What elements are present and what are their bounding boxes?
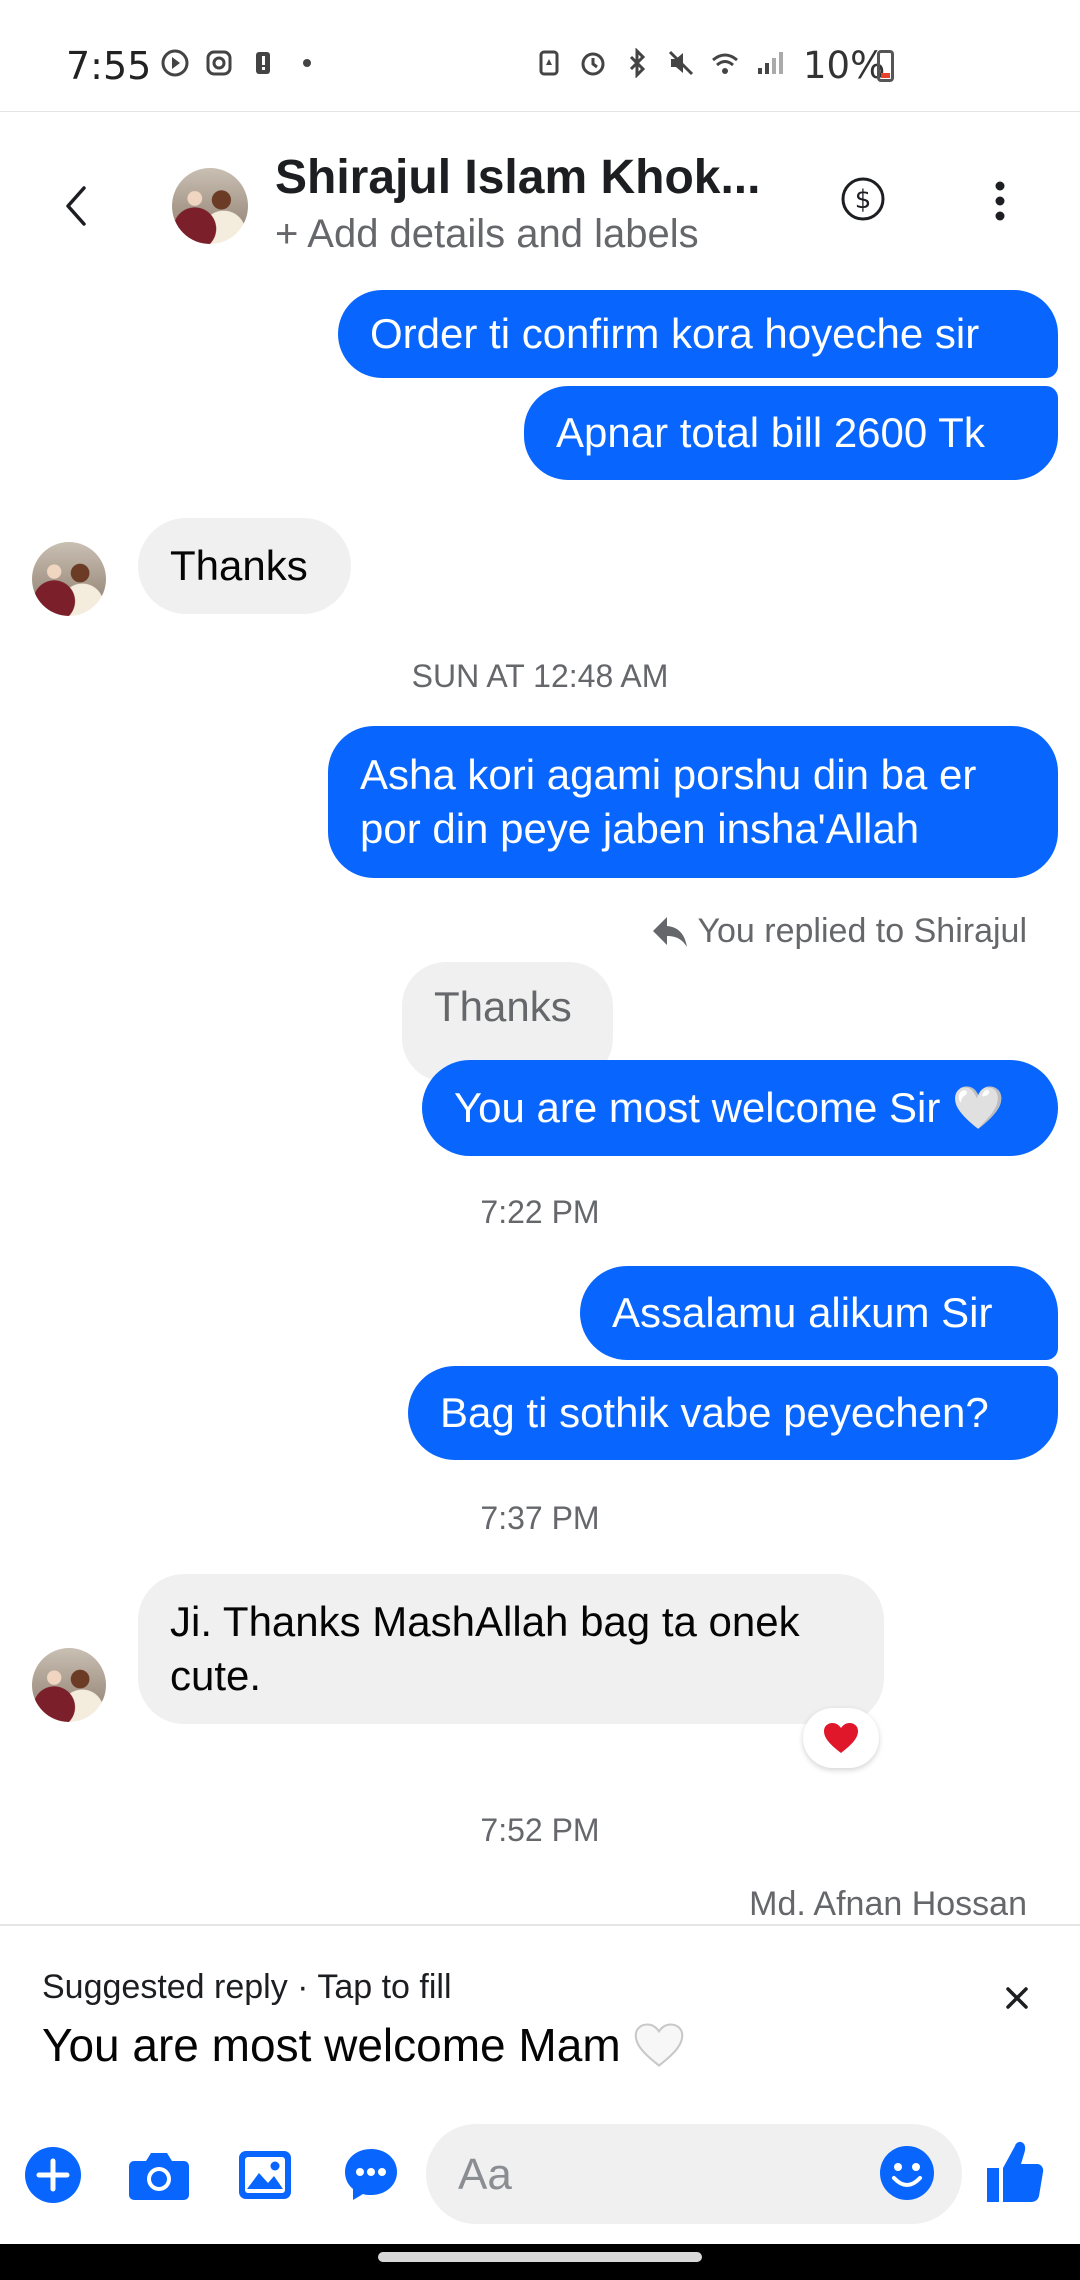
- message-outgoing[interactable]: Bag ti sothik vabe peyechen?: [408, 1366, 1058, 1460]
- image-icon: [239, 2151, 291, 2199]
- bluetooth-icon: [629, 48, 646, 78]
- timestamp: 7:22 PM: [480, 1194, 600, 1230]
- message-outgoing[interactable]: Assalamu alikum Sir: [580, 1266, 1058, 1360]
- white-heart-icon: [634, 2023, 683, 2067]
- sender-avatar[interactable]: [32, 542, 106, 616]
- heart-icon: [824, 1723, 858, 1753]
- svg-text:$: $: [855, 185, 872, 215]
- message-list[interactable]: Order ti confirm kora hoyeche sir Apnar …: [0, 290, 1080, 1924]
- status-time: 7:55: [66, 44, 152, 88]
- close-icon[interactable]: [1003, 1984, 1031, 2012]
- payment-icon[interactable]: $: [840, 176, 886, 222]
- message-incoming[interactable]: Ji. Thanks MashAllah bag ta onek cute.: [138, 1574, 884, 1724]
- add-button[interactable]: [20, 2142, 86, 2208]
- signal-icon: [758, 52, 783, 74]
- seen-by-label: Md. Afnan Hossan: [749, 1885, 1027, 1923]
- chat-bubble-icon: [345, 2149, 397, 2200]
- instagram-icon: [206, 50, 232, 76]
- voice-clip-button[interactable]: [338, 2142, 404, 2208]
- timestamp: 7:52 PM: [480, 1812, 600, 1848]
- heart-reaction[interactable]: [803, 1708, 879, 1768]
- suggested-reply-text[interactable]: You are most welcome Mam: [42, 2018, 685, 2072]
- message-input[interactable]: Aa: [426, 2124, 962, 2224]
- message-outgoing[interactable]: Asha kori agami porshu din ba er por din…: [328, 726, 1058, 878]
- status-right-icons: [534, 48, 784, 78]
- reply-context: You replied to Shirajul: [651, 912, 1027, 951]
- emoji-icon[interactable]: [878, 2144, 936, 2202]
- saver-icon: [539, 50, 559, 76]
- system-nav-bar: [0, 2244, 1080, 2280]
- dot-icon: [303, 59, 311, 67]
- status-left-icons: [160, 48, 322, 78]
- thumbs-up-icon[interactable]: [985, 2138, 1045, 2204]
- plus-icon: [25, 2147, 81, 2203]
- mute-icon: [668, 50, 694, 76]
- suggested-reply-title: Suggested reply · Tap to fill: [42, 1968, 452, 2006]
- play-icon: [161, 49, 189, 77]
- gallery-button[interactable]: [232, 2142, 298, 2208]
- composer-bar: Aa: [0, 2124, 1080, 2244]
- message-outgoing[interactable]: Order ti confirm kora hoyeche sir: [338, 290, 1058, 378]
- sender-avatar[interactable]: [32, 1648, 106, 1722]
- message-input-placeholder: Aa: [458, 2150, 512, 2199]
- more-options-icon[interactable]: [987, 178, 1013, 224]
- home-gesture-pill[interactable]: [378, 2252, 702, 2262]
- camera-button[interactable]: [126, 2142, 192, 2208]
- message-outgoing[interactable]: You are most welcome Sir 🤍: [422, 1060, 1058, 1156]
- suggested-reply-panel[interactable]: Suggested reply · Tap to fill You are mo…: [0, 1924, 1080, 2124]
- alarm-icon: [581, 52, 605, 76]
- wifi-icon: [712, 53, 738, 74]
- battery-icon: [877, 50, 894, 82]
- reply-arrow-icon: [653, 916, 688, 947]
- battery-percent: 10%: [803, 44, 886, 87]
- back-arrow-icon[interactable]: [58, 182, 94, 230]
- message-outgoing[interactable]: Apnar total bill 2600 Tk: [524, 386, 1058, 480]
- contact-name[interactable]: Shirajul Islam Khok...: [275, 150, 760, 205]
- contact-avatar[interactable]: [172, 168, 248, 244]
- message-incoming[interactable]: Thanks: [138, 518, 351, 614]
- alert-icon: [256, 52, 270, 74]
- status-bar: 7:55 10%: [0, 0, 1080, 112]
- conversation-header: Shirajul Islam Khok... + Add details and…: [0, 112, 1080, 302]
- camera-icon: [129, 2153, 189, 2200]
- add-details-link[interactable]: + Add details and labels: [275, 212, 699, 257]
- suggested-reply-message: You are most welcome Mam: [42, 2019, 621, 2071]
- timestamp: SUN AT 12:48 AM: [411, 658, 669, 694]
- timestamp: 7:37 PM: [480, 1500, 600, 1536]
- reply-context-label: You replied to Shirajul: [697, 912, 1027, 950]
